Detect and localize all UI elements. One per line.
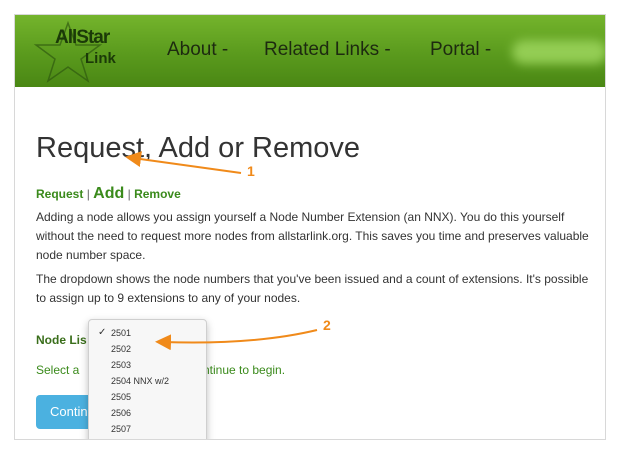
annotation-arrow-1 <box>125 151 242 174</box>
browser-frame: AllStar Link About - Related Links - Por… <box>14 14 606 440</box>
annotation-arrows <box>125 151 318 351</box>
annotation-arrow-2 <box>155 329 318 351</box>
annotation-label-1: 1 <box>247 163 255 179</box>
annotation-label-2: 2 <box>323 317 331 333</box>
